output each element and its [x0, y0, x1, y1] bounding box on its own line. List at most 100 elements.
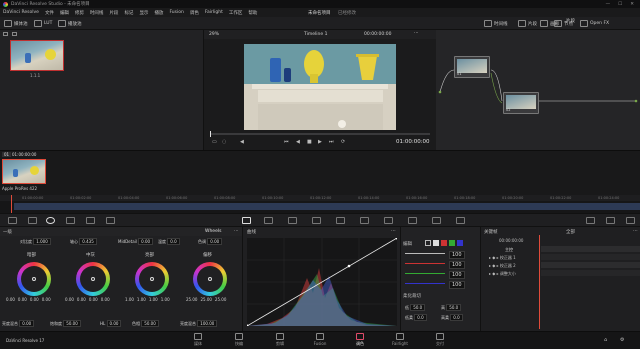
- color-match-icon[interactable]: [28, 217, 37, 224]
- hdr-icon[interactable]: [106, 217, 115, 224]
- go-to-start-icon[interactable]: ⏮: [284, 139, 289, 145]
- channel-y-button[interactable]: [433, 240, 439, 246]
- clips-button[interactable]: 片段: [518, 19, 537, 28]
- curves-tool-icon[interactable]: [242, 217, 251, 224]
- node-02[interactable]: 02: [503, 92, 539, 114]
- intensity-r-value[interactable]: 100: [449, 261, 465, 269]
- gamma-y[interactable]: 0.00: [65, 297, 74, 302]
- channel-b-button[interactable]: [457, 240, 463, 246]
- magic-mask-icon[interactable]: [360, 217, 369, 224]
- info-icon[interactable]: [606, 217, 615, 224]
- motion-effects-icon[interactable]: [86, 217, 95, 224]
- primaries-options-icon[interactable]: ⋯: [234, 229, 239, 234]
- param-hl-value[interactable]: 0.00: [106, 320, 122, 327]
- lift-r[interactable]: 0.00: [18, 297, 27, 302]
- intensity-y-value[interactable]: 100: [449, 251, 465, 259]
- keyframe-track-corrector-2[interactable]: ▸ ◆ ▸ 校正器 2: [489, 263, 516, 269]
- keyframe-panel-icon[interactable]: [626, 217, 635, 224]
- menu-item-file[interactable]: 文件: [45, 10, 54, 16]
- menu-item-fairlight[interactable]: Fairlight: [205, 10, 223, 15]
- intensity-b-value[interactable]: 100: [449, 281, 465, 289]
- nav-fusion[interactable]: Fusion: [305, 333, 335, 346]
- home-icon[interactable]: ⌂: [604, 337, 607, 343]
- param-saturation-value[interactable]: 50.00: [63, 320, 81, 327]
- wheel-lift[interactable]: [17, 262, 51, 296]
- menu-item-workspace[interactable]: 工作区: [229, 10, 243, 16]
- nav-cut[interactable]: 快编: [224, 333, 254, 347]
- menu-item-app[interactable]: DaVinci Resolve: [3, 10, 39, 15]
- offset-b[interactable]: 25.00: [215, 297, 226, 302]
- lift-b[interactable]: 0.00: [42, 297, 51, 302]
- nav-media[interactable]: 媒体: [183, 333, 213, 347]
- window-icon[interactable]: [312, 217, 321, 224]
- offset-g[interactable]: 25.00: [200, 297, 211, 302]
- nav-edit[interactable]: 剪辑: [265, 333, 295, 347]
- play-icon[interactable]: ▶: [318, 139, 322, 145]
- maximize-icon[interactable]: ☐: [618, 2, 622, 7]
- menu-item-playback[interactable]: 播放: [154, 10, 163, 16]
- warper-icon[interactable]: [264, 217, 273, 224]
- nav-fairlight[interactable]: Fairlight: [385, 333, 415, 346]
- rgb-mixer-icon[interactable]: [66, 217, 75, 224]
- param-tint-value[interactable]: 0.00: [207, 238, 223, 245]
- soft-clip-ls-value[interactable]: 0.0: [414, 314, 427, 321]
- menu-item-mark[interactable]: 标记: [124, 10, 133, 16]
- keyframes-mode-dropdown[interactable]: 全部: [566, 229, 575, 235]
- channel-link-icon[interactable]: [425, 240, 431, 246]
- gamma-b[interactable]: 0.00: [101, 297, 110, 302]
- wheel-offset[interactable]: [193, 262, 227, 296]
- lift-y[interactable]: 0.00: [6, 297, 15, 302]
- timeline-button[interactable]: 时间线: [484, 19, 508, 28]
- gamma-r[interactable]: 0.00: [77, 297, 86, 302]
- blur-icon[interactable]: [384, 217, 393, 224]
- camera-raw-icon[interactable]: [8, 217, 17, 224]
- key-icon[interactable]: [408, 217, 417, 224]
- keyframe-track-master[interactable]: 主控: [505, 247, 513, 253]
- nav-color[interactable]: 调色: [345, 333, 375, 347]
- node-01[interactable]: 01: [454, 56, 490, 78]
- play-reverse-icon[interactable]: ◀: [296, 139, 300, 145]
- nav-deliver[interactable]: 交付: [425, 333, 455, 347]
- param-pivot-value[interactable]: 0.435: [79, 238, 97, 245]
- keyframe-track-sizing[interactable]: ▸ ◆ ▸ 调整大小: [489, 271, 516, 277]
- zoom-level[interactable]: 29%: [209, 32, 219, 37]
- loop-icon[interactable]: ◌: [222, 139, 226, 145]
- timeline-playhead[interactable]: [11, 195, 12, 213]
- gain-r[interactable]: 1.00: [137, 297, 146, 302]
- param-hue-value[interactable]: 50.00: [141, 320, 159, 327]
- wheel-gain[interactable]: [135, 262, 169, 296]
- param-contrast-value[interactable]: 1.000: [33, 238, 51, 245]
- volume-icon[interactable]: ◀: [240, 139, 244, 145]
- gain-b[interactable]: 1.00: [161, 297, 170, 302]
- keyframes-options-icon[interactable]: ⋯: [633, 228, 638, 234]
- menu-item-fusion[interactable]: Fusion: [169, 10, 183, 15]
- menu-item-help[interactable]: 帮助: [248, 10, 257, 16]
- gain-y[interactable]: 1.00: [125, 297, 134, 302]
- close-icon[interactable]: ✕: [630, 2, 634, 7]
- menu-item-timeline[interactable]: 时间线: [90, 10, 104, 16]
- clip-thumbnail[interactable]: [2, 159, 46, 184]
- loop-playback-icon[interactable]: ⟳: [341, 139, 345, 145]
- stop-icon[interactable]: ■: [307, 139, 312, 145]
- primaries-mode-dropdown[interactable]: Wheels: [205, 229, 221, 234]
- settings-icon[interactable]: ⚙: [620, 337, 624, 343]
- menu-item-trim[interactable]: 修剪: [75, 10, 84, 16]
- gain-g[interactable]: 1.00: [149, 297, 158, 302]
- soft-clip-hs-value[interactable]: 0.0: [450, 314, 463, 321]
- 3d-icon[interactable]: [456, 217, 465, 224]
- node-clip-dropdown[interactable]: 片段: [566, 18, 575, 24]
- intensity-g-value[interactable]: 100: [449, 271, 465, 279]
- sizing-icon[interactable]: [432, 217, 441, 224]
- clip-view-icon[interactable]: ▭: [212, 139, 217, 145]
- viewer-options-icon[interactable]: ⋯: [414, 31, 419, 36]
- keyframe-track-corrector-1[interactable]: ▸ ◆ ▸ 校正器 1: [489, 255, 516, 261]
- list-view-icon[interactable]: [3, 32, 8, 36]
- menu-item-clip[interactable]: 片段: [109, 10, 118, 16]
- timeline-clip-bar[interactable]: [14, 203, 640, 210]
- media-clip-thumbnail[interactable]: [10, 40, 64, 71]
- go-to-end-icon[interactable]: ⏭: [329, 139, 334, 145]
- menu-item-view[interactable]: 显示: [139, 10, 148, 16]
- stills-pool-button[interactable]: 播放池: [58, 19, 82, 28]
- soft-clip-high-value[interactable]: 50.0: [446, 304, 462, 311]
- channel-g-button[interactable]: [449, 240, 455, 246]
